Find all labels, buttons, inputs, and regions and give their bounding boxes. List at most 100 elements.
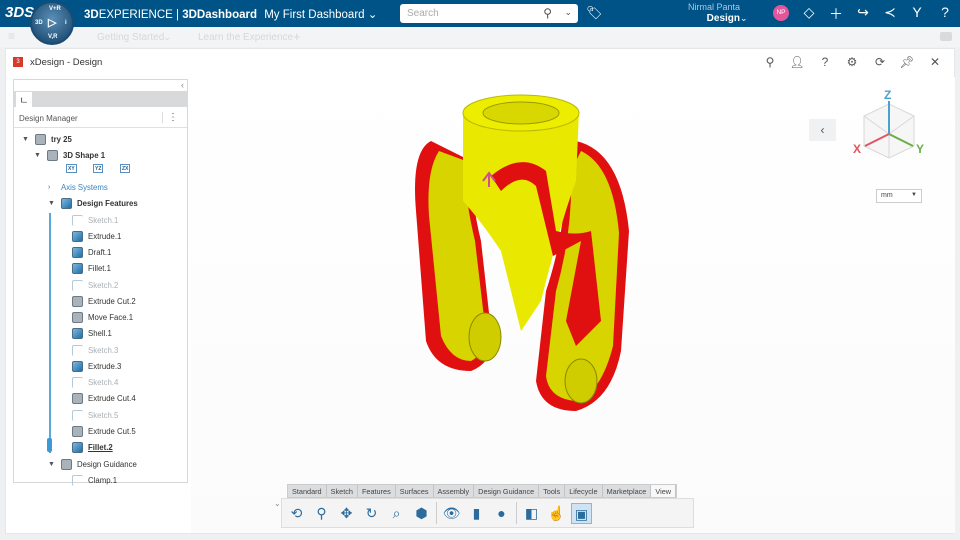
view-cube[interactable]: Z X Y bbox=[851, 87, 931, 177]
share-icon[interactable]: ↪ bbox=[854, 4, 872, 21]
tree-item[interactable]: ▼ 3D Shape 1 bbox=[34, 148, 105, 162]
social-icon[interactable]: ≺ bbox=[881, 4, 899, 21]
zoom-in-out-icon[interactable]: ⌕ bbox=[386, 503, 407, 524]
tree-item[interactable]: Extrude Cut.5 bbox=[72, 424, 136, 438]
tree-item[interactable]: Extrude.3 bbox=[72, 359, 121, 373]
tree-item[interactable]: › Axis Systems bbox=[48, 180, 108, 194]
expand-toggle-icon[interactable]: › bbox=[48, 184, 56, 191]
unit-select[interactable]: mm ▼ bbox=[876, 189, 922, 203]
plane-zx-icon[interactable]: ZX bbox=[120, 164, 131, 173]
tab-view[interactable]: View bbox=[651, 485, 677, 497]
tree-item[interactable]: Sketch.4 bbox=[72, 376, 118, 390]
tree-item[interactable]: ▼ Design Features bbox=[48, 196, 138, 210]
help-icon[interactable]: ? bbox=[936, 4, 954, 20]
appearance-icon[interactable]: ● bbox=[491, 503, 512, 524]
expand-toggle-icon[interactable]: ▼ bbox=[34, 152, 42, 159]
add-tab-icon[interactable]: + bbox=[293, 29, 301, 44]
pan-icon[interactable]: ✥ bbox=[336, 503, 357, 524]
panel-header: Design Manager ⋮ bbox=[14, 107, 187, 128]
sketch-icon bbox=[72, 409, 83, 421]
tree-item-label: Sketch.1 bbox=[88, 215, 119, 225]
tree-item[interactable]: Move Face.1 bbox=[72, 311, 133, 325]
rotate-lock-icon[interactable]: ⟲ bbox=[286, 503, 307, 524]
add-icon[interactable]: ＋ bbox=[827, 4, 845, 24]
tree-item[interactable]: Sketch.1 bbox=[72, 213, 118, 227]
refresh-icon[interactable]: ⟳ bbox=[872, 55, 888, 69]
tab-assembly[interactable]: Assembly bbox=[434, 485, 475, 497]
search-icon[interactable]: ⚲ bbox=[543, 6, 552, 20]
tree-item[interactable]: Sketch.2 bbox=[72, 278, 118, 292]
search-icon[interactable]: ⚲ bbox=[762, 55, 778, 69]
zoom-icon[interactable]: ⚲ bbox=[311, 503, 332, 524]
tab-lifecycle[interactable]: Lifecycle bbox=[565, 485, 603, 497]
tree-item[interactable]: Sketch.5 bbox=[72, 408, 118, 422]
tree-item-label: try 25 bbox=[51, 134, 72, 144]
dashboard-selector[interactable]: My First Dashboard bbox=[264, 9, 364, 21]
role-chevron-icon[interactable]: ⌄ bbox=[740, 13, 748, 24]
tab-tools[interactable]: Tools bbox=[539, 485, 566, 497]
expand-toggle-icon[interactable]: ▼ bbox=[48, 461, 56, 468]
collaborate-icon[interactable]: 👤︎ bbox=[789, 55, 805, 69]
tree-item[interactable]: Fillet.2 bbox=[72, 441, 113, 455]
tree-item[interactable]: Fillet.1 bbox=[72, 262, 111, 276]
collapse-panel-button[interactable]: ‹ bbox=[809, 119, 836, 141]
chevron-down-icon[interactable]: ⌄ bbox=[274, 499, 281, 508]
chevron-down-icon[interactable]: ⌄ bbox=[163, 32, 171, 43]
search-input[interactable]: Search ⚲ ⌄ bbox=[400, 4, 578, 23]
3d-viewport[interactable] bbox=[191, 77, 955, 533]
tab-surfaces[interactable]: Surfaces bbox=[396, 485, 434, 497]
tab-getting-started[interactable]: Getting Started bbox=[97, 32, 164, 43]
plane-yz-icon[interactable]: YZ bbox=[93, 164, 104, 173]
expand-toggle-icon[interactable]: ▼ bbox=[22, 136, 30, 143]
notifications-icon[interactable]: ◇ bbox=[800, 4, 818, 21]
collapse-icon[interactable]: ‹ bbox=[181, 80, 184, 90]
cube-icon bbox=[72, 328, 83, 340]
tree-item-label: Design Features bbox=[77, 198, 138, 208]
close-icon[interactable]: ✕ bbox=[927, 55, 943, 69]
tree-item[interactable]: Sketch.3 bbox=[72, 343, 118, 357]
tab-sketch[interactable]: Sketch bbox=[327, 485, 358, 497]
display-mode-icon[interactable]: ▣ bbox=[571, 502, 592, 524]
tree-item[interactable]: Extrude Cut.4 bbox=[72, 392, 136, 406]
help-icon[interactable]: ? bbox=[817, 55, 833, 69]
tab-learn-experience[interactable]: Learn the Experience bbox=[198, 32, 293, 43]
tab-standard[interactable]: Standard bbox=[288, 485, 327, 497]
selection-icon[interactable]: ☝ bbox=[546, 503, 567, 524]
hide-show-icon[interactable]: 👁︎ bbox=[441, 503, 462, 524]
tree-item[interactable]: Extrude.1 bbox=[72, 229, 121, 243]
user-menu[interactable]: Nirmal Panta Design bbox=[660, 2, 740, 24]
apps-icon[interactable]: Y bbox=[908, 4, 926, 20]
chat-icon[interactable] bbox=[940, 32, 952, 41]
rotate-icon[interactable]: ↻ bbox=[361, 503, 382, 524]
clevis-model[interactable] bbox=[191, 77, 955, 533]
view-orientation-icon[interactable]: ⬢ bbox=[411, 503, 432, 524]
pin-icon[interactable]: 📌︎ bbox=[899, 55, 915, 69]
action-bar: Standard Sketch Features Surfaces Assembly De… bbox=[274, 484, 694, 528]
menu-icon[interactable]: ≡ bbox=[8, 29, 15, 43]
axis-y-label: Y bbox=[916, 142, 924, 156]
tab-marketplace[interactable]: Marketplace bbox=[603, 485, 652, 497]
tree-item[interactable]: Draft.1 bbox=[72, 246, 111, 260]
rollback-bar[interactable] bbox=[47, 438, 52, 452]
chevron-down-icon[interactable]: ⌄ bbox=[368, 9, 378, 21]
more-menu-icon[interactable]: ⋮ bbox=[162, 112, 178, 123]
tag-icon[interactable]: 🏷︎ bbox=[586, 5, 603, 21]
avatar[interactable]: NP bbox=[773, 5, 789, 21]
expand-toggle-icon[interactable]: ▼ bbox=[48, 200, 56, 207]
cube-icon bbox=[72, 360, 83, 372]
tree-item[interactable]: ▼ try 25 bbox=[22, 132, 72, 146]
tree-item[interactable]: ▼ Design Guidance bbox=[48, 457, 137, 471]
gear-icon[interactable]: ⚙ bbox=[844, 55, 860, 69]
action-bar-icons: ⌄ ⟲ ⚲ ✥ ↻ ⌕ ⬢ 👁︎ ▮ ● ◧ ☝ ▣ bbox=[274, 498, 694, 528]
tree-item[interactable]: Shell.1 bbox=[72, 327, 112, 341]
tree-tab-icon[interactable]: ㄴ bbox=[16, 92, 32, 107]
tab-features[interactable]: Features bbox=[358, 485, 396, 497]
compass[interactable]: V+R 3D ▷ i V,R bbox=[30, 1, 74, 45]
render-settings-icon[interactable]: ▮ bbox=[466, 503, 487, 524]
section-view-icon[interactable]: ◧ bbox=[521, 503, 542, 524]
tab-design-guidance[interactable]: Design Guidance bbox=[474, 485, 540, 497]
plane-xy-icon[interactable]: XY bbox=[66, 164, 77, 173]
tree-item[interactable]: Extrude Cut.2 bbox=[72, 294, 136, 308]
tree-item[interactable]: Clamp.1 bbox=[72, 473, 117, 487]
search-dropdown-icon[interactable]: ⌄ bbox=[564, 7, 572, 18]
